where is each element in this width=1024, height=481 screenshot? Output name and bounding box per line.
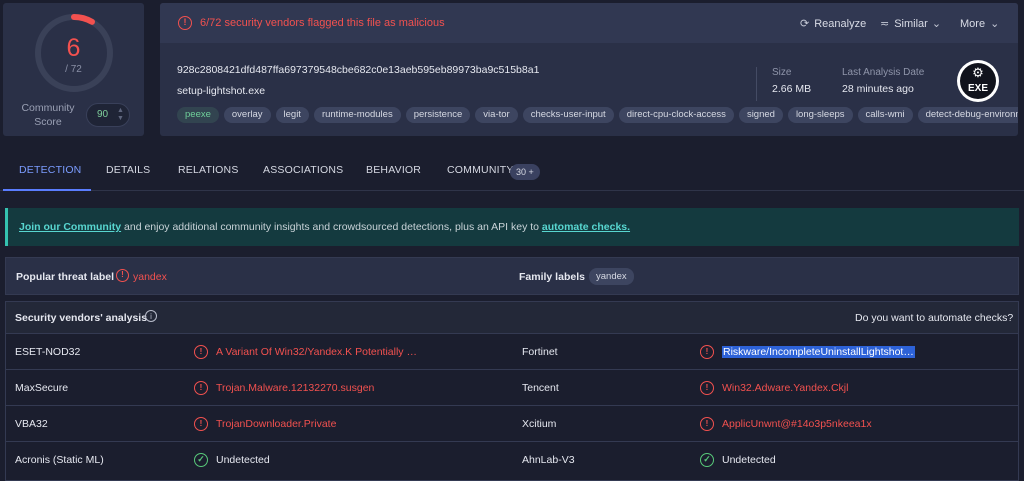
alert-text: 6/72 security vendors flagged this file … [200, 17, 445, 29]
active-tab-indicator [3, 189, 91, 191]
detection-result[interactable]: ApplicUnwnt@#14o3p5nkeea1x [722, 418, 872, 430]
reanalyze-label: Reanalyze [814, 18, 867, 30]
detection-result[interactable]: Win32.Adware.Yandex.Ckjl [722, 382, 848, 394]
check-circle-icon: ✓ [700, 453, 714, 467]
file-tag[interactable]: detect-debug-environment [917, 107, 1018, 123]
file-tags: peexe overlay legit runtime-modules persiste… [177, 107, 1018, 123]
report-tabs: DETECTION DETAILS RELATIONS ASSOCIATIONS… [0, 151, 1024, 191]
vendors-title: Security vendors' analysis [15, 312, 148, 324]
alert-circle-icon: ! [700, 381, 714, 395]
automate-checks-link[interactable]: automate checks. [542, 221, 630, 233]
vendors-analysis: Security vendors' analysis i Do you want… [5, 301, 1019, 481]
detection-count: 6 [66, 34, 81, 62]
alert-circle-icon: ! [700, 417, 714, 431]
alert-circle-icon: ! [178, 16, 192, 30]
file-tag[interactable]: via-tor [475, 107, 518, 123]
vendor-row: MaxSecure! Trojan.Malware.12132270.susgen… [6, 369, 1018, 405]
popular-threat-label: Popular threat label [16, 271, 115, 283]
reanalyze-button[interactable]: ⟳ Reanalyze [800, 17, 866, 30]
similar-label: Similar [894, 18, 928, 30]
file-tag[interactable]: direct-cpu-clock-access [618, 107, 734, 123]
file-summary-card: ! 6/72 security vendors flagged this fil… [160, 3, 1018, 136]
similar-icon: ≂ [880, 18, 890, 30]
exe-badge: ⚙ EXE [960, 63, 996, 99]
more-label: More [960, 18, 986, 30]
chevron-down-icon: ⌄ [931, 18, 942, 30]
file-tag[interactable]: peexe [177, 107, 219, 123]
community-score-label: Community Score [21, 102, 75, 128]
banner-text: Join our Community and enjoy additional … [19, 221, 630, 233]
vendor-name: MaxSecure [15, 382, 69, 394]
gear-icon: ⚙ [972, 65, 984, 80]
info-icon[interactable]: i [145, 310, 157, 322]
alert-circle-icon: ! [116, 269, 129, 282]
chevron-down-icon: ⌄ [990, 18, 1000, 30]
vendor-name: Tencent [522, 382, 559, 394]
vendor-name: Acronis (Static ML) [15, 454, 104, 466]
vote-arrows-icon[interactable]: ▲ ▼ [117, 107, 124, 123]
last-analysis-value: 28 minutes ago [842, 83, 914, 95]
tab-relations[interactable]: RELATIONS [178, 164, 239, 176]
file-tag[interactable]: signed [738, 107, 783, 123]
detection-result[interactable]: Riskware/IncompleteUninstallLightshot… [722, 346, 915, 358]
threat-label-box: Popular threat label ! yandex Family lab… [5, 257, 1019, 295]
vendor-name: Fortinet [522, 346, 558, 358]
vendor-row: VBA32! TrojanDownloader.Private Xcitium! Ap… [6, 405, 1018, 441]
detection-result[interactable]: TrojanDownloader.Private [216, 418, 336, 430]
threat-value[interactable]: yandex [133, 271, 167, 283]
tab-community[interactable]: COMMUNITY [447, 164, 514, 176]
vendor-name: AhnLab-V3 [522, 454, 575, 466]
detection-result: Undetected [722, 454, 776, 466]
alert-bar: ! 6/72 security vendors flagged this fil… [160, 3, 1018, 43]
vendor-row: ESET-NOD32! A Variant Of Win32/Yandex.K P… [6, 333, 1018, 369]
size-value: 2.66 MB [772, 83, 812, 95]
file-tag[interactable]: calls-wmi [857, 107, 913, 123]
file-tag[interactable]: persistence [405, 107, 471, 123]
detection-result: Undetected [216, 454, 270, 466]
alert-circle-icon: ! [700, 345, 714, 359]
meta-divider [756, 67, 757, 101]
vendor-name: ESET-NOD32 [15, 346, 81, 358]
alert-circle-icon: ! [194, 345, 208, 359]
refresh-icon: ⟳ [800, 18, 810, 30]
community-count-badge: 30 + [510, 164, 540, 180]
tab-associations[interactable]: ASSOCIATIONS [263, 164, 343, 176]
check-circle-icon: ✓ [194, 453, 208, 467]
community-score-value: 90 [97, 109, 109, 120]
size-label: Size [772, 67, 792, 78]
file-tag[interactable]: overlay [223, 107, 271, 123]
detection-score-card: 6 / 72 Community Score 90 ▲ ▼ [3, 3, 144, 136]
vendor-row: Acronis (Static ML) ✓ Undetected AhnLab-V3 ✓… [6, 441, 1018, 477]
exe-file-type-icon: ⚙ EXE [957, 60, 999, 102]
banner-middle-text: and enjoy additional community insights … [121, 221, 542, 233]
alert-circle-icon: ! [194, 381, 208, 395]
file-type-label: EXE [967, 83, 988, 94]
vendor-name: VBA32 [15, 418, 48, 430]
vendor-name: Xcitium [522, 418, 557, 430]
similar-button[interactable]: ≂ Similar ⌄ [880, 17, 941, 30]
alert-circle-icon: ! [194, 417, 208, 431]
file-hash[interactable]: 928c2808421dfd487ffa697379548cbe682c0e13… [177, 64, 539, 76]
detection-total: / 72 [65, 64, 82, 75]
file-name: setup-lightshot.exe [177, 85, 266, 97]
last-analysis-label: Last Analysis Date [842, 67, 925, 78]
join-community-link[interactable]: Join our Community [19, 221, 121, 233]
file-tag[interactable]: legit [275, 107, 309, 123]
detection-result[interactable]: Trojan.Malware.12132270.susgen [216, 382, 374, 394]
tab-behavior[interactable]: BEHAVIOR [366, 164, 421, 176]
more-button[interactable]: More ⌄ [960, 17, 999, 30]
tab-details[interactable]: DETAILS [106, 164, 150, 176]
file-tag[interactable]: checks-user-input [522, 107, 614, 123]
file-tag[interactable]: long-sleeps [787, 107, 853, 123]
community-banner: Join our Community and enjoy additional … [5, 208, 1019, 246]
vendors-header: Security vendors' analysis i Do you want… [6, 302, 1018, 333]
automate-checks-question[interactable]: Do you want to automate checks? [855, 312, 1013, 324]
tab-detection[interactable]: DETECTION [19, 164, 81, 176]
file-tag[interactable]: runtime-modules [313, 107, 401, 123]
community-score-vote[interactable]: 90 ▲ ▼ [86, 103, 130, 127]
family-labels-heading: Family labels [519, 271, 585, 283]
detection-result[interactable]: A Variant Of Win32/Yandex.K Potentially … [216, 346, 417, 358]
family-tag[interactable]: yandex [589, 268, 634, 285]
